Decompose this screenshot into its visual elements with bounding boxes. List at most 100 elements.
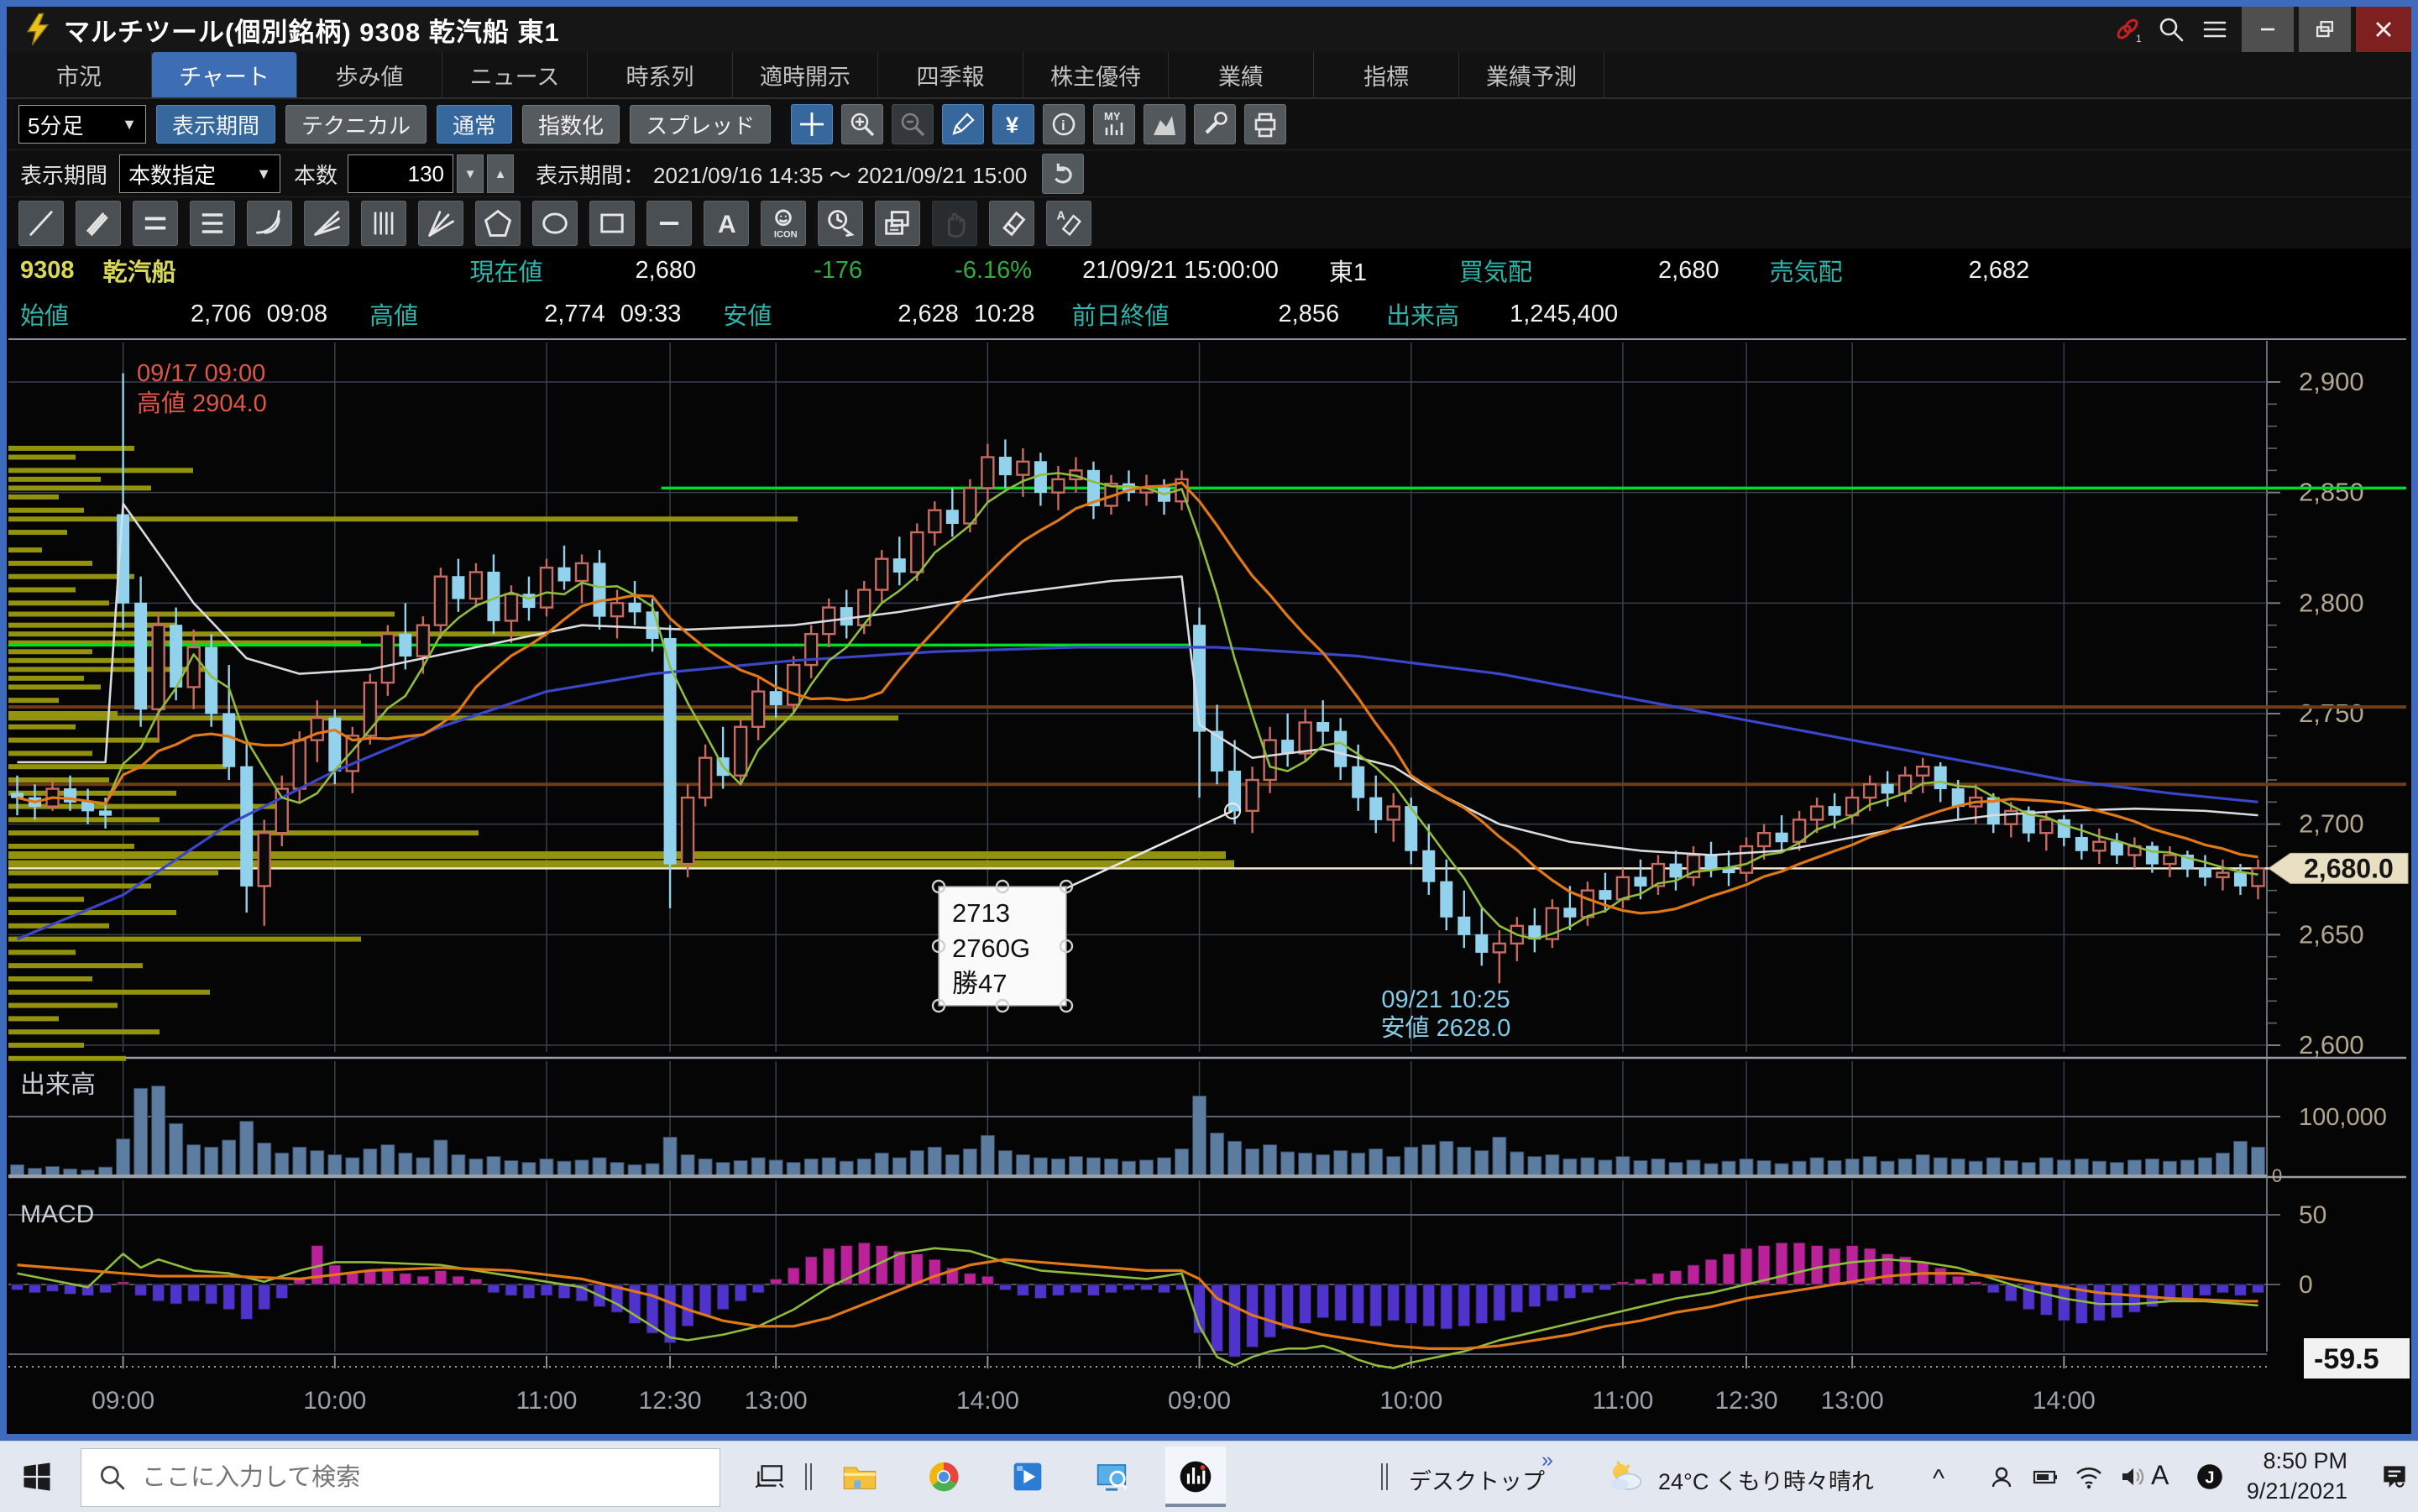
tab-9[interactable]: 業績: [1169, 52, 1314, 97]
tab-8[interactable]: 株主優待: [1023, 52, 1169, 97]
toolbar-button-3[interactable]: 通常: [437, 105, 512, 144]
svg-text:2,680.0: 2,680.0: [2304, 853, 2394, 883]
taskbar-search[interactable]: [81, 1448, 720, 1507]
menu-button[interactable]: [2193, 7, 2237, 52]
fib-arcs-tool-button[interactable]: [247, 201, 292, 246]
weather-icon[interactable]: [1595, 1447, 1656, 1507]
windows-taskbar: デスクトップ » 24°C くもり時々晴れ ^ A J 8:50 PM 9/21…: [0, 1441, 2418, 1512]
tab-5[interactable]: 時系列: [588, 52, 733, 97]
media-app-icon[interactable]: [997, 1447, 1058, 1507]
tab-7[interactable]: 四季報: [878, 52, 1023, 97]
my-chart-button[interactable]: MY: [1093, 104, 1135, 144]
open-label: 始値: [20, 296, 69, 332]
vertical-lines-tool-button[interactable]: [361, 201, 406, 246]
high-time: 09:33: [620, 301, 682, 328]
search-button[interactable]: [2149, 7, 2193, 52]
trend-line-tool-button[interactable]: [18, 201, 64, 246]
svg-text:2,800: 2,800: [2299, 588, 2364, 617]
svg-text:2,750: 2,750: [2299, 698, 2364, 728]
svg-text:A: A: [1057, 210, 1066, 223]
svg-text:ICON: ICON: [774, 230, 798, 240]
printer-button[interactable]: [1244, 104, 1286, 144]
hand-tool-button[interactable]: [932, 201, 977, 246]
eraser-text-tool-button[interactable]: A: [1046, 201, 1091, 246]
price-change-pct: -6.16%: [955, 257, 1032, 285]
ime-letter-icon[interactable]: A: [2151, 1460, 2169, 1491]
toolbar-button-2[interactable]: テクニカル: [285, 105, 427, 144]
desktop-toolbar-label[interactable]: デスクトップ: [1409, 1463, 1545, 1496]
action-center-icon[interactable]: [2364, 1447, 2418, 1507]
duplicate-tool-button[interactable]: [875, 201, 920, 246]
bid-price: 2,680: [1658, 257, 1719, 285]
svg-text:出来高: 出来高: [20, 1071, 96, 1099]
horizontal-line-tool-button[interactable]: [646, 201, 692, 246]
toolbar-button-5[interactable]: スプレッド: [630, 105, 771, 144]
screen-search-icon[interactable]: [1081, 1447, 1142, 1507]
area-chart-button[interactable]: [1144, 104, 1185, 144]
ask-label: 売気配: [1770, 253, 1843, 288]
tab-10[interactable]: 指標: [1314, 52, 1459, 97]
count-increment-button[interactable]: ▲: [487, 154, 514, 193]
count-label: 本数: [294, 159, 338, 190]
clock-time[interactable]: 8:50 PM: [2238, 1448, 2347, 1474]
low-time: 10:28: [974, 301, 1035, 328]
my-chart-icon: MY: [1099, 109, 1129, 139]
info-button[interactable]: i: [1043, 104, 1085, 144]
chart-canvas[interactable]: 2,9002,8502,8002,7502,7002,6502,600100,0…: [7, 336, 2411, 1434]
svg-text:14:00: 14:00: [2033, 1387, 2096, 1415]
time-cycle-tool-button[interactable]: [818, 201, 863, 246]
high-label: 高値: [369, 296, 418, 332]
tab-11[interactable]: 業績予測: [1459, 52, 1604, 97]
svg-text:J: J: [2205, 1468, 2214, 1487]
search-input[interactable]: [140, 1463, 681, 1493]
tab-4[interactable]: ニュース: [442, 52, 588, 97]
svg-text:11:00: 11:00: [1593, 1387, 1654, 1415]
timeframe-select[interactable]: 5分足 ▼: [18, 105, 146, 144]
period-mode-value: 本数指定: [128, 159, 216, 190]
area-chart-icon: [1149, 109, 1180, 139]
toolbar-button-1[interactable]: 表示期間: [156, 105, 275, 144]
pitchfork-tool-button[interactable]: [418, 201, 463, 246]
icon-stamp-tool-button[interactable]: ICON: [761, 201, 806, 246]
two-hlines-tool-button[interactable]: [133, 201, 178, 246]
zoom-in-button[interactable]: [841, 104, 883, 144]
fan-lines-tool-button[interactable]: [304, 201, 349, 246]
wrench-button[interactable]: [1194, 104, 1236, 144]
rectangle-tool-button[interactable]: [589, 201, 635, 246]
restore-button[interactable]: [2299, 7, 2351, 52]
eraser-tool-button[interactable]: [989, 201, 1034, 246]
link-button[interactable]: 1: [2106, 7, 2149, 52]
minimize-button[interactable]: [2242, 7, 2294, 52]
pentagon-tool-button[interactable]: [475, 201, 521, 246]
tab-2[interactable]: チャート: [152, 52, 297, 97]
toolbar-overflow-chevron[interactable]: »: [1541, 1448, 1553, 1473]
start-button[interactable]: [7, 1447, 67, 1507]
file-explorer-icon[interactable]: [830, 1447, 890, 1507]
weather-text[interactable]: 24°C くもり時々晴れ: [1658, 1463, 1874, 1496]
crosshair-button[interactable]: [791, 104, 833, 144]
ellipse-tool-button[interactable]: [532, 201, 578, 246]
chrome-icon[interactable]: [913, 1447, 974, 1507]
period-mode-select[interactable]: 本数指定 ▼: [119, 154, 280, 193]
yen-button[interactable]: ¥: [992, 104, 1034, 144]
trading-app-icon[interactable]: [1165, 1447, 1226, 1507]
bar-count-input[interactable]: 130: [348, 154, 453, 193]
tab-1[interactable]: 市況: [7, 52, 152, 97]
svg-text:MY: MY: [1104, 110, 1121, 123]
count-decrement-button[interactable]: ▼: [457, 154, 484, 193]
three-hlines-tool-button[interactable]: [190, 201, 235, 246]
pencil-button[interactable]: [942, 104, 984, 144]
toolbar-button-4[interactable]: 指数化: [522, 105, 620, 144]
close-button[interactable]: [2356, 7, 2411, 52]
clock-date[interactable]: 9/21/2021: [2227, 1478, 2347, 1504]
text-tool-button[interactable]: A: [704, 201, 749, 246]
svg-text:12:30: 12:30: [639, 1387, 702, 1415]
time-cycle-icon: [824, 207, 857, 240]
hidden-icons-chevron[interactable]: ^: [1933, 1465, 1944, 1494]
tab-3[interactable]: 歩み値: [297, 52, 442, 97]
task-view-button[interactable]: [739, 1447, 799, 1507]
zoom-out-button[interactable]: [892, 104, 934, 144]
reset-period-button[interactable]: [1042, 154, 1084, 194]
parallel-pencil-tool-button[interactable]: [76, 201, 121, 246]
tab-6[interactable]: 適時開示: [733, 52, 878, 97]
